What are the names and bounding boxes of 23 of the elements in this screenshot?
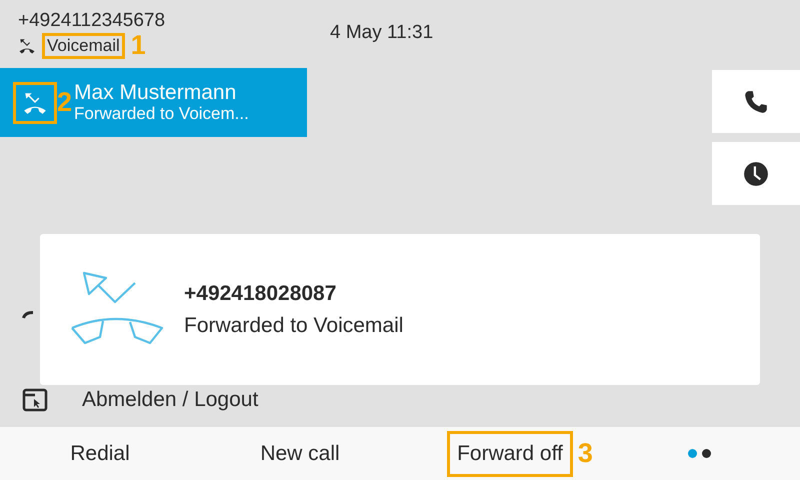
clock-icon [743,160,769,186]
line-status: Forwarded to Voicem... [74,104,249,124]
page-dot[interactable] [688,449,697,458]
logout-icon [22,387,48,413]
softkey[interactable]: Redial [60,430,140,476]
page-dot[interactable] [702,449,711,458]
side-button[interactable] [712,70,800,133]
callout-number: 2 [57,89,72,116]
callout-number: 1 [130,32,146,59]
popup-message: Forwarded to Voicemail [184,314,404,338]
phone-number: +4924112345678 [18,10,166,32]
side-button[interactable] [712,142,800,205]
caller-number: +492418028087 [184,282,338,306]
phone-icon [743,88,769,114]
voicemail-label: Voicemail [47,36,120,54]
softkey[interactable]: New call [250,430,350,476]
softkey[interactable]: Forward off [447,430,573,476]
date-time: 4 May 11:31 [330,21,434,45]
menu-item[interactable]: Abmelden / Logout [82,388,258,412]
handset-icon [22,311,34,319]
contact-name: Max Mustermann [74,82,238,104]
callout-number: 3 [578,440,593,467]
call-forward-icon [18,36,36,54]
